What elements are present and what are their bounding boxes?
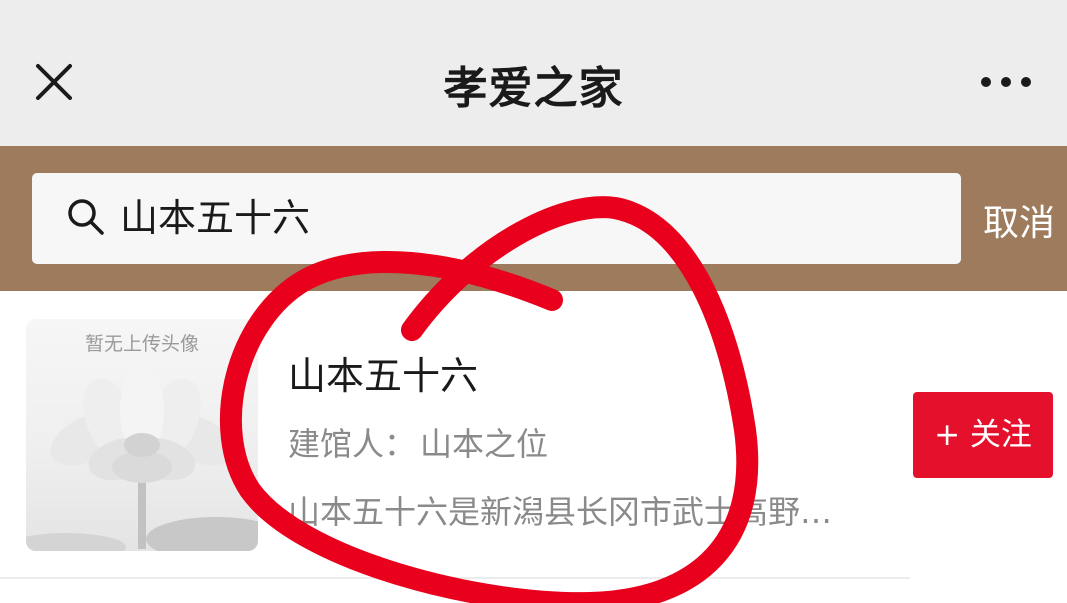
top-navigation-bar: 孝爱之家 [0,0,1067,146]
owner-label: 建馆人： [288,425,417,463]
cancel-button[interactable]: 取消 [983,194,1055,246]
result-name: 山本五十六 [288,354,479,398]
divider [0,577,910,579]
result-description: 山本五十六是新潟县长冈市武士高野… [288,493,833,531]
avatar-caption: 暂无上传头像 [84,333,199,355]
owner-name: 山本之位 [420,425,549,463]
page: 孝爱之家 取消 [0,0,1067,603]
result-owner: 建馆人： 山本之位 [288,419,548,465]
more-dots-icon[interactable] [978,72,1034,92]
search-icon [66,197,106,237]
list-item[interactable]: 暂无上传头像 山本五十六 建馆人： 山本之位 山本五十六是新潟县长冈市武士高野… … [0,291,1067,577]
avatar: 暂无上传头像 [26,319,258,551]
follow-button[interactable]: + 关注 [913,392,1053,478]
search-input[interactable] [120,192,920,244]
search-bar-area: 取消 [0,146,1067,291]
page-title: 孝爱之家 [443,63,624,114]
